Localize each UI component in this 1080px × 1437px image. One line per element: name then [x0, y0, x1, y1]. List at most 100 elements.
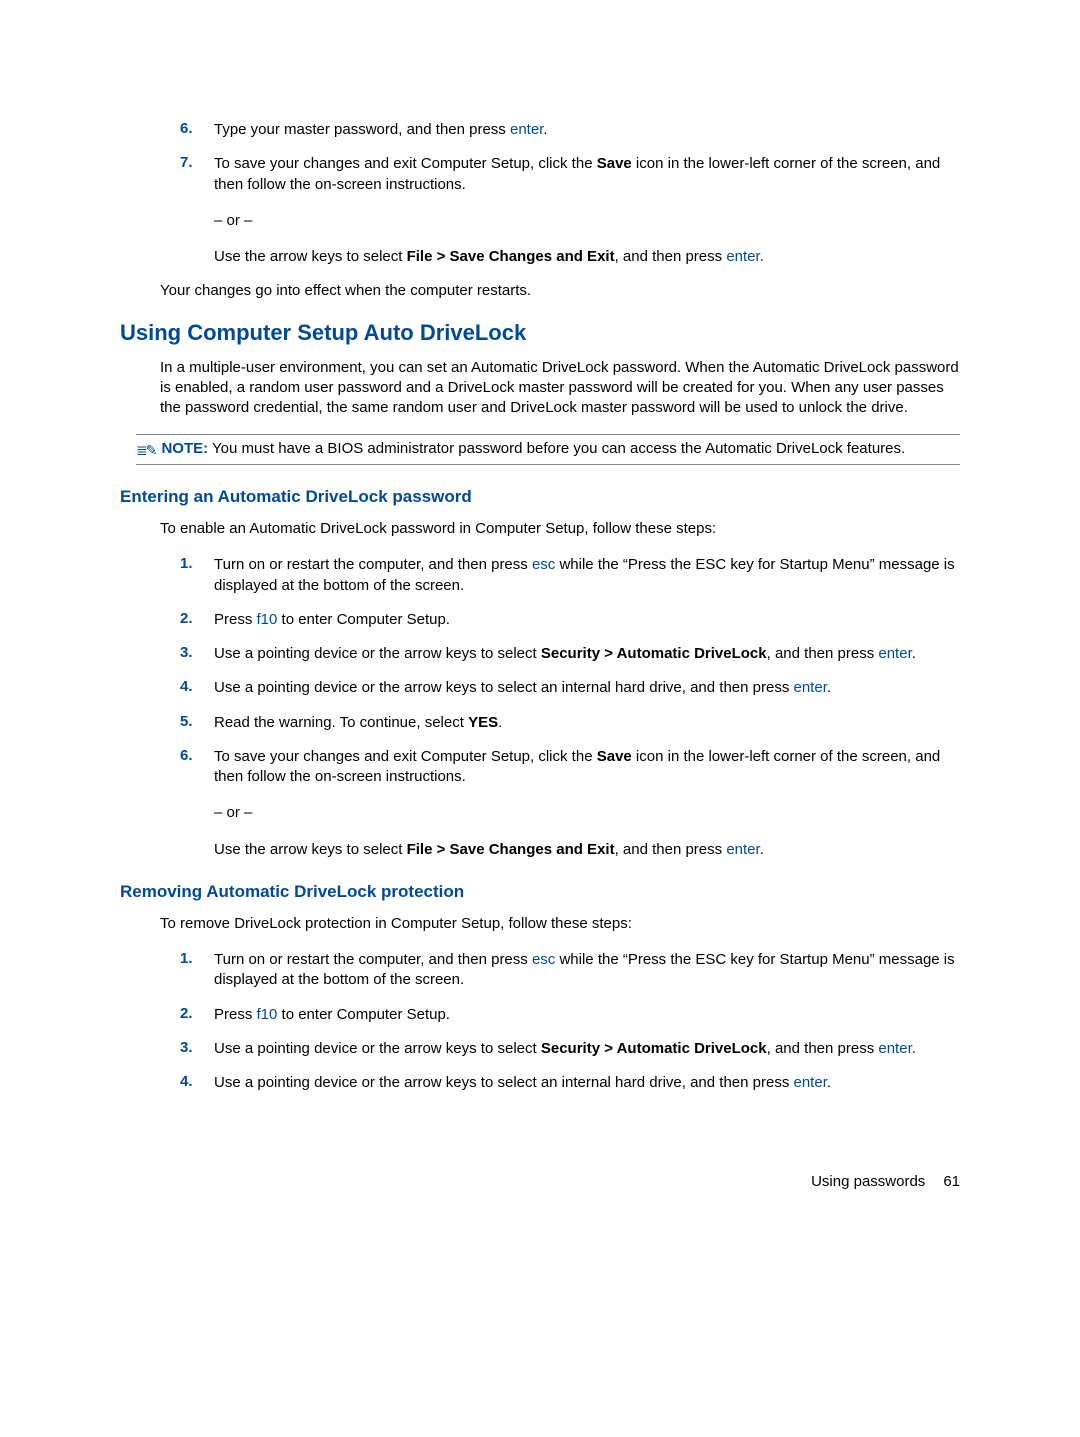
list-item: 2. Press f10 to enter Computer Setup. — [180, 610, 960, 630]
text: Read the warning. To continue, select — [214, 714, 468, 731]
key-enter: enter — [726, 841, 759, 858]
text: Use a pointing device or the arrow keys … — [214, 645, 541, 662]
list-item: 1. Turn on or restart the computer, and … — [180, 950, 960, 991]
list-number: 1. — [180, 950, 214, 991]
ordered-list-top: 6. Type your master password, and then p… — [180, 120, 960, 267]
list-body: Read the warning. To continue, select YE… — [214, 713, 960, 733]
text: Type your master password, and then pres… — [214, 121, 510, 138]
list-item: 2. Press f10 to enter Computer Setup. — [180, 1005, 960, 1025]
text: , and then press — [767, 1040, 879, 1057]
ordered-list-sub2: 1. Turn on or restart the computer, and … — [180, 950, 960, 1093]
text: . — [760, 248, 764, 265]
list-number: 2. — [180, 610, 214, 630]
key-enter: enter — [878, 645, 911, 662]
text: , and then press — [767, 645, 879, 662]
text: Turn on or restart the computer, and the… — [214, 556, 532, 573]
text: Press — [214, 611, 257, 628]
list-item: 3. Use a pointing device or the arrow ke… — [180, 1039, 960, 1059]
list-body: To save your changes and exit Computer S… — [214, 747, 960, 860]
key-enter: enter — [794, 1074, 827, 1091]
text: to enter Computer Setup. — [277, 1006, 450, 1023]
ordered-list-sub1: 1. Turn on or restart the computer, and … — [180, 555, 960, 860]
text: to enter Computer Setup. — [277, 611, 450, 628]
list-item: 5. Read the warning. To continue, select… — [180, 713, 960, 733]
key-enter: enter — [726, 248, 759, 265]
key-enter: enter — [510, 121, 543, 138]
key-enter: enter — [878, 1040, 911, 1057]
key-esc: esc — [532, 556, 555, 573]
text: . — [498, 714, 502, 731]
text: . — [912, 1040, 916, 1057]
text: , and then press — [615, 841, 727, 858]
list-body: Use a pointing device or the arrow keys … — [214, 1039, 960, 1059]
list-number: 4. — [180, 678, 214, 698]
page-content: 6. Type your master password, and then p… — [0, 0, 1080, 1230]
list-number: 3. — [180, 1039, 214, 1059]
text: . — [760, 841, 764, 858]
bold-text: File > Save Changes and Exit — [407, 248, 615, 265]
list-item: 4. Use a pointing device or the arrow ke… — [180, 678, 960, 698]
page-number: 61 — [943, 1173, 960, 1190]
list-body: Use a pointing device or the arrow keys … — [214, 644, 960, 664]
text: To save your changes and exit Computer S… — [214, 748, 597, 765]
text: Use a pointing device or the arrow keys … — [214, 1040, 541, 1057]
list-item: 6. Type your master password, and then p… — [180, 120, 960, 140]
text: . — [827, 1074, 831, 1091]
paragraph: Your changes go into effect when the com… — [160, 281, 960, 301]
list-item: 7. To save your changes and exit Compute… — [180, 154, 960, 267]
paragraph: In a multiple-user environment, you can … — [160, 358, 960, 419]
text: Press — [214, 1006, 257, 1023]
list-number: 5. — [180, 713, 214, 733]
text: , and then press — [615, 248, 727, 265]
list-body: Turn on or restart the computer, and the… — [214, 950, 960, 991]
list-body: Press f10 to enter Computer Setup. — [214, 610, 960, 630]
text: . — [543, 121, 547, 138]
list-number: 4. — [180, 1073, 214, 1093]
bold-text: Save — [597, 155, 632, 172]
list-body: Turn on or restart the computer, and the… — [214, 555, 960, 596]
list-number: 2. — [180, 1005, 214, 1025]
text: Turn on or restart the computer, and the… — [214, 951, 532, 968]
note-icon: ≣✎ — [136, 441, 155, 460]
note-text: You must have a BIOS administrator passw… — [208, 440, 905, 457]
paragraph: To remove DriveLock protection in Comput… — [160, 914, 960, 934]
text: . — [827, 679, 831, 696]
list-number: 7. — [180, 154, 214, 267]
list-number: 6. — [180, 747, 214, 860]
key-enter: enter — [794, 679, 827, 696]
bold-text: Save — [597, 748, 632, 765]
text: Use the arrow keys to select — [214, 841, 407, 858]
list-item: 1. Turn on or restart the computer, and … — [180, 555, 960, 596]
list-number: 3. — [180, 644, 214, 664]
list-body: Press f10 to enter Computer Setup. — [214, 1005, 960, 1025]
text: Use the arrow keys to select — [214, 248, 407, 265]
list-body: Type your master password, and then pres… — [214, 120, 960, 140]
list-body: To save your changes and exit Computer S… — [214, 154, 960, 267]
text: To save your changes and exit Computer S… — [214, 155, 597, 172]
list-number: 6. — [180, 120, 214, 140]
list-item: 4. Use a pointing device or the arrow ke… — [180, 1073, 960, 1093]
text: Use a pointing device or the arrow keys … — [214, 1074, 794, 1091]
section-heading: Using Computer Setup Auto DriveLock — [120, 320, 960, 346]
note-body: NOTE: You must have a BIOS administrator… — [161, 439, 905, 459]
bold-text: Security > Automatic DriveLock — [541, 1040, 767, 1057]
subsection-heading: Removing Automatic DriveLock protection — [120, 882, 960, 902]
key-esc: esc — [532, 951, 555, 968]
key-f10: f10 — [257, 611, 278, 628]
list-item: 6. To save your changes and exit Compute… — [180, 747, 960, 860]
list-item: 3. Use a pointing device or the arrow ke… — [180, 644, 960, 664]
footer-label: Using passwords — [811, 1173, 925, 1190]
or-separator: – or – — [214, 803, 960, 823]
list-body: Use a pointing device or the arrow keys … — [214, 1073, 960, 1093]
text: Use a pointing device or the arrow keys … — [214, 679, 794, 696]
list-body: Use a pointing device or the arrow keys … — [214, 678, 960, 698]
or-separator: – or – — [214, 211, 960, 231]
note-label: NOTE: — [161, 440, 208, 457]
key-f10: f10 — [257, 1006, 278, 1023]
page-footer: Using passwords 61 — [120, 1173, 960, 1190]
subsection-heading: Entering an Automatic DriveLock password — [120, 487, 960, 507]
paragraph: To enable an Automatic DriveLock passwor… — [160, 519, 960, 539]
bold-text: File > Save Changes and Exit — [407, 841, 615, 858]
text: . — [912, 645, 916, 662]
bold-text: Security > Automatic DriveLock — [541, 645, 767, 662]
